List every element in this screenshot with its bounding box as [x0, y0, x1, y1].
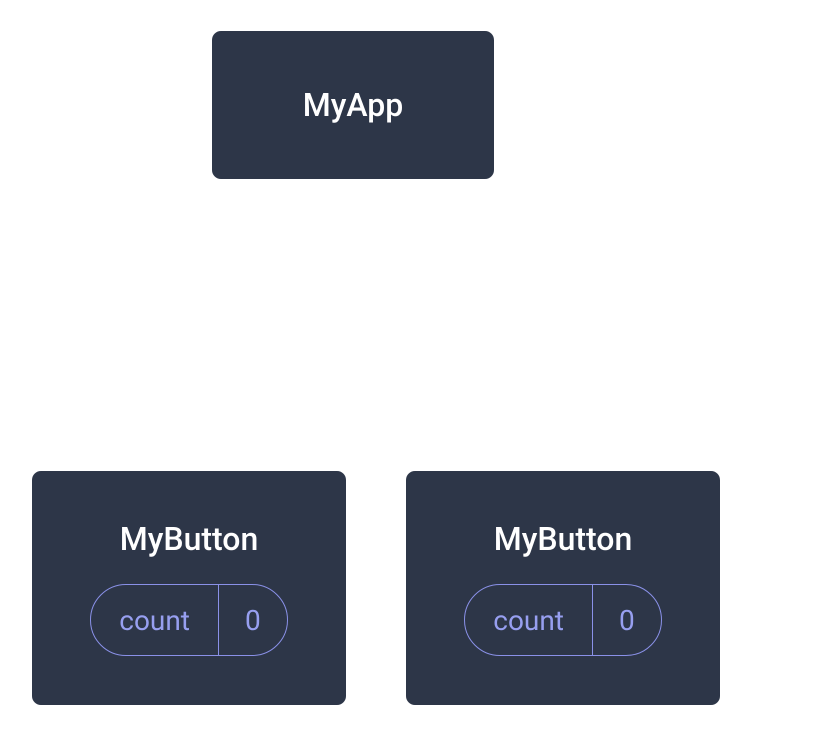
state-pill: count 0	[90, 584, 287, 656]
root-component-label: MyApp	[303, 86, 404, 124]
child-component-box-left: MyButton count 0	[29, 468, 349, 708]
child-component-label: MyButton	[494, 520, 633, 558]
child-component-label: MyButton	[120, 520, 259, 558]
state-pill: count 0	[464, 584, 661, 656]
state-name: count	[465, 585, 592, 655]
child-component-box-right: MyButton count 0	[403, 468, 723, 708]
state-name: count	[91, 585, 218, 655]
state-value: 0	[592, 585, 661, 655]
state-value: 0	[218, 585, 287, 655]
root-component-box: MyApp	[209, 28, 497, 182]
